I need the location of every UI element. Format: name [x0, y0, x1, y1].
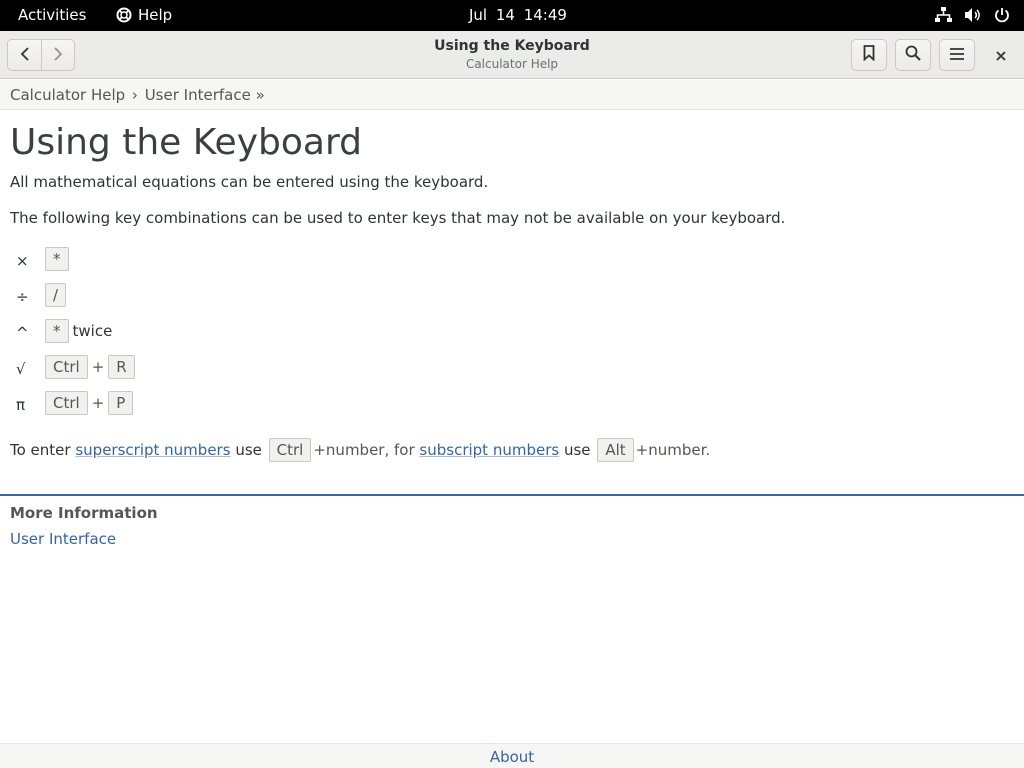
bookmark-icon — [863, 45, 875, 65]
plus-sign: + — [91, 358, 105, 376]
symbol-square-root: √ — [16, 360, 26, 378]
header-actions — [851, 39, 975, 71]
app-menu-label: Help — [138, 6, 173, 24]
network-icon — [935, 7, 952, 23]
keycap-ctrl: Ctrl — [268, 438, 312, 462]
app-menu[interactable]: Help — [116, 6, 172, 24]
key-combination-list: × * ÷ / ^ * twice √ Ctrl + R π Ctrl + P — [10, 244, 1010, 424]
hamburger-menu-icon — [949, 46, 965, 65]
search-icon — [905, 45, 921, 65]
more-information-title: More Information — [10, 504, 158, 522]
text-segment: use — [235, 441, 262, 459]
key-combo: Ctrl + P — [45, 391, 134, 415]
key-combo: Ctrl + R — [45, 355, 135, 379]
key-suffix-text: twice — [72, 322, 113, 340]
section-divider — [0, 494, 1024, 496]
super-subscript-paragraph: To enter superscript numbers use Ctrl +nu… — [10, 438, 1010, 462]
text-segment: use — [563, 441, 591, 459]
keycap: / — [45, 283, 67, 307]
key-row-multiply: × * — [10, 244, 1010, 280]
bookmark-button[interactable] — [851, 39, 887, 71]
symbol-divide: ÷ — [16, 288, 29, 306]
keycap: Ctrl — [45, 391, 88, 415]
symbol-pi: π — [16, 396, 26, 414]
breadcrumb-calculator-help[interactable]: Calculator Help — [10, 86, 125, 104]
close-button[interactable] — [985, 39, 1017, 71]
key-row-divide: ÷ / — [10, 280, 1010, 316]
breadcrumb-separator: › — [131, 86, 138, 104]
more-information-section: More Information User Interface — [10, 504, 158, 548]
key-combo: * — [45, 247, 69, 271]
keycap: R — [108, 355, 135, 379]
page-content: Using the Keyboard All mathematical equa… — [10, 122, 1010, 462]
breadcrumb: Calculator Help › User Interface » — [0, 80, 1024, 110]
page-title: Using the Keyboard — [10, 122, 362, 163]
breadcrumb-user-interface[interactable]: User Interface — [145, 86, 251, 104]
subscript-numbers-link[interactable]: subscript numbers — [419, 441, 559, 459]
activities-button[interactable]: Activities — [18, 6, 86, 24]
top-bar: Activities Help Jul 14 14:49 — [0, 0, 1024, 31]
keycap: * — [45, 247, 69, 271]
keycap: P — [108, 391, 134, 415]
about-link[interactable]: About — [490, 748, 534, 766]
text-segment: +number. — [635, 441, 711, 459]
keycap: Ctrl — [45, 355, 88, 379]
help-lifebuoy-icon — [116, 7, 132, 23]
close-icon — [996, 46, 1006, 65]
symbol-power: ^ — [16, 324, 29, 342]
text-segment: +number, for — [313, 441, 415, 459]
symbol-multiply: × — [16, 252, 29, 270]
footer: About — [0, 743, 1024, 768]
search-button[interactable] — [895, 39, 931, 71]
power-icon — [994, 7, 1010, 23]
main-menu-button[interactable] — [939, 39, 975, 71]
key-combo: * twice — [45, 319, 112, 343]
header-bar: Using the Keyboard Calculator Help — [0, 31, 1024, 79]
keycap: * — [45, 319, 69, 343]
volume-icon — [964, 7, 982, 23]
plus-sign: + — [91, 394, 105, 412]
clock[interactable]: Jul 14 14:49 — [469, 6, 567, 24]
key-row-pi: π Ctrl + P — [10, 388, 1010, 424]
intro-paragraph: All mathematical equations can be entere… — [10, 173, 489, 191]
system-status-area[interactable] — [935, 7, 1010, 23]
key-combo: / — [45, 283, 67, 307]
key-row-power: ^ * twice — [10, 316, 1010, 352]
keycap-alt: Alt — [597, 438, 634, 462]
user-interface-link[interactable]: User Interface — [10, 530, 116, 548]
combos-intro-paragraph: The following key combinations can be us… — [10, 209, 786, 227]
breadcrumb-trailing-marker: » — [255, 86, 265, 104]
text-segment: To enter — [10, 441, 71, 459]
superscript-numbers-link[interactable]: superscript numbers — [75, 441, 230, 459]
key-row-square-root: √ Ctrl + R — [10, 352, 1010, 388]
